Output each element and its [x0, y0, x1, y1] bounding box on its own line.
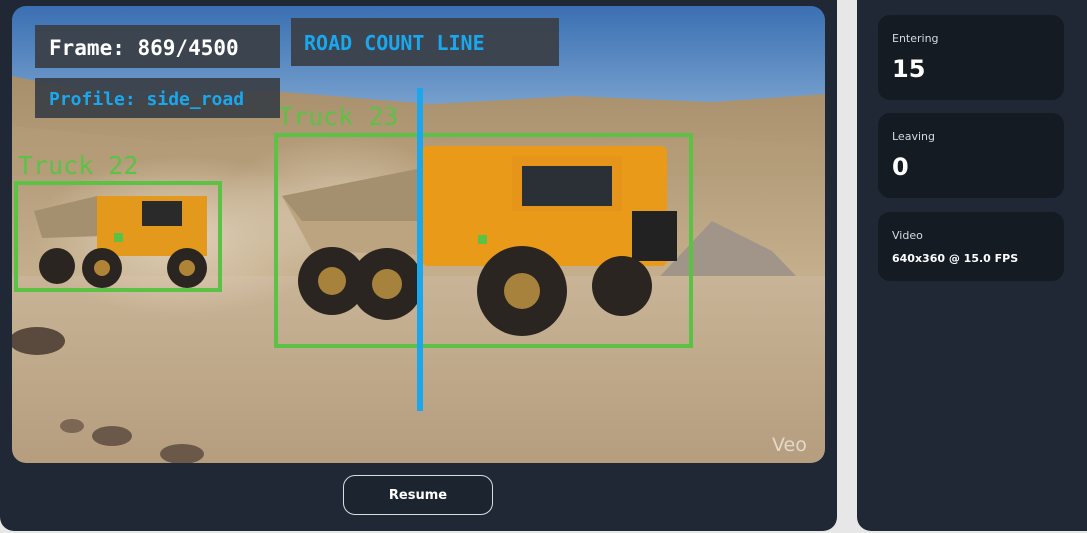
- count-line: [417, 88, 423, 411]
- leaving-value: 0: [892, 153, 909, 181]
- line-label: ROAD COUNT LINE: [304, 31, 485, 55]
- video-panel: Truck 22 Truck 23 Frame: 869/4500 ROAD C…: [0, 0, 837, 531]
- entering-value: 15: [892, 55, 926, 83]
- frame-label: Frame: 869/4500: [49, 36, 239, 60]
- leaving-label: Leaving: [892, 130, 935, 143]
- detection-label-22: Truck 22: [18, 151, 138, 180]
- detection-label-23: Truck 23: [278, 102, 398, 131]
- centroid-23: [478, 235, 487, 244]
- resume-button[interactable]: Resume: [343, 475, 493, 515]
- entering-card: Entering 15: [878, 15, 1064, 100]
- profile-label: Profile: side_road: [49, 89, 244, 110]
- video-frame-image: Truck 22 Truck 23 Frame: 869/4500 ROAD C…: [12, 6, 825, 463]
- centroid-22: [114, 233, 123, 242]
- video-info-value: 640x360 @ 15.0 FPS: [892, 252, 1019, 265]
- video-info-card: Video 640x360 @ 15.0 FPS: [878, 212, 1064, 281]
- video-info-label: Video: [892, 229, 923, 242]
- entering-label: Entering: [892, 32, 939, 45]
- leaving-card: Leaving 0: [878, 113, 1064, 198]
- stats-panel: Entering 15 Leaving 0 Video 640x360 @ 15…: [857, 0, 1087, 531]
- watermark: Veo: [772, 434, 807, 456]
- video-player[interactable]: Truck 22 Truck 23 Frame: 869/4500 ROAD C…: [12, 6, 825, 463]
